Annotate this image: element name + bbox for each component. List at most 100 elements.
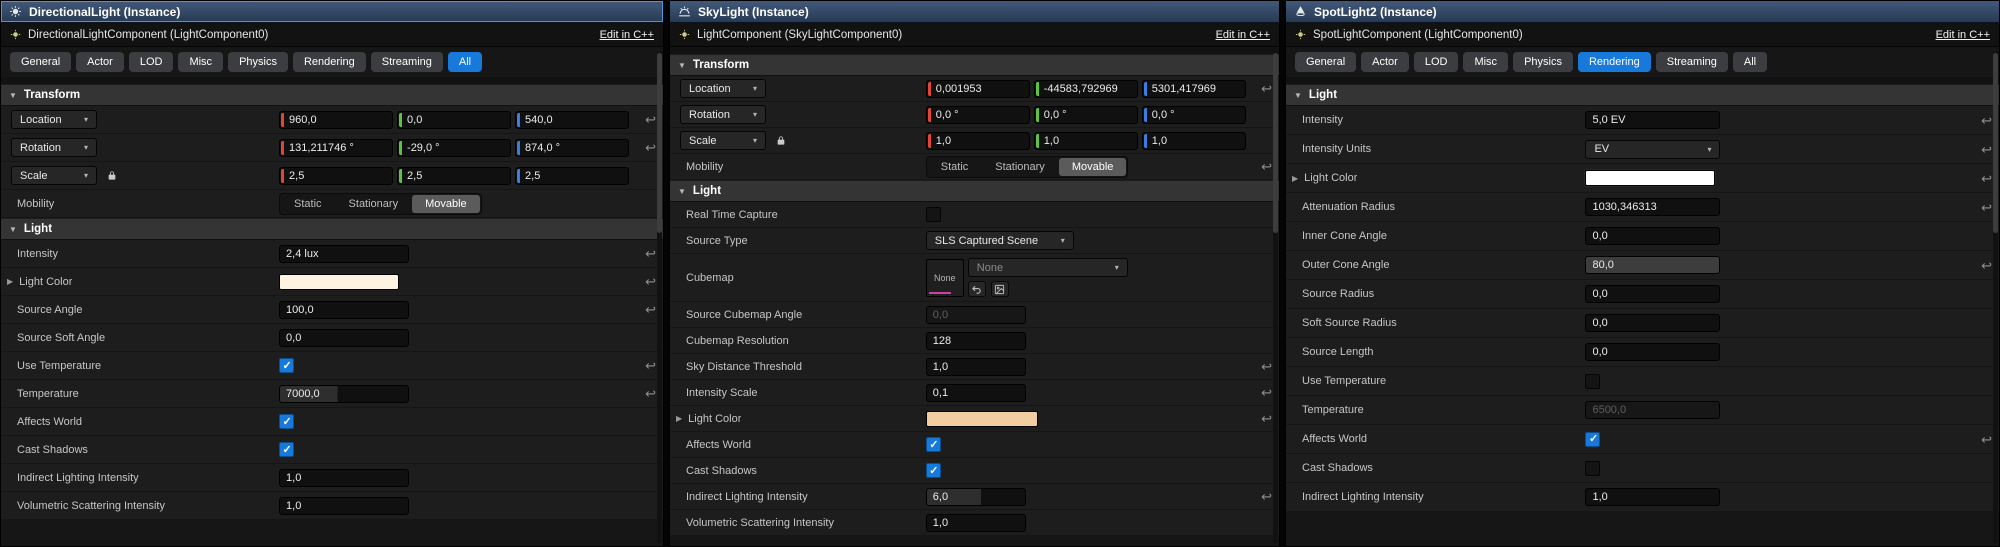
reset-to-default-icon[interactable]: ↩ [1981,201,1992,214]
cast-shadows-checkbox[interactable] [925,463,941,478]
rotation-x-input[interactable]: 131,211746 ° [279,138,394,157]
indirect-lighting-intensity-input[interactable]: 6,0 [925,487,1026,506]
tab-lod[interactable]: LOD [1413,52,1459,72]
location-x-input[interactable]: 960,0 [279,110,394,129]
tab-rendering[interactable]: Rendering [1577,52,1651,72]
cast-shadows-checkbox[interactable] [1585,460,1601,476]
affects-world-checkbox[interactable] [925,437,941,452]
reset-to-default-icon[interactable]: ↩ [645,113,656,126]
tab-general[interactable]: General [1295,52,1357,72]
inner-cone-angle-input[interactable]: 0,0 [1585,227,1721,245]
expand-arrow-icon[interactable]: ▶ [676,414,682,423]
reset-to-default-icon[interactable]: ↩ [645,275,656,288]
mobility-movable-button[interactable]: Movable [412,194,480,213]
volumetric-scattering-intensity-input[interactable]: 1,0 [925,513,1026,532]
tab-rendering[interactable]: Rendering [292,52,366,72]
component-row[interactable]: LightComponent (SkyLightComponent0) Edit… [670,23,1279,47]
scale-z-input[interactable]: 1,0 [1141,131,1246,150]
reset-to-default-icon[interactable]: ↩ [1981,143,1992,156]
tab-all[interactable]: All [1732,52,1768,72]
scrollbar-thumb[interactable] [1273,53,1278,233]
location-z-input[interactable]: 5301,417969 [1141,79,1246,98]
scale-space-dropdown[interactable]: Scale ▾ [11,166,97,185]
soft-source-radius-input[interactable]: 0,0 [1585,314,1721,332]
reset-to-default-icon[interactable]: ↩ [1261,360,1272,373]
cubemap-resolution-input[interactable]: 128 [925,331,1026,350]
component-row[interactable]: DirectionalLightComponent (LightComponen… [1,23,663,47]
reset-to-default-icon[interactable]: ↩ [645,387,656,400]
light-color-swatch[interactable] [925,410,1038,427]
indirect-lighting-intensity-input[interactable]: 1,0 [279,468,410,487]
real-time-capture-checkbox[interactable] [925,207,941,222]
cast-shadows-checkbox[interactable] [279,442,295,457]
section-light[interactable]: ▼ Light [1,218,663,240]
reset-to-default-icon[interactable]: ↩ [645,141,656,154]
reset-to-default-icon[interactable]: ↩ [645,247,656,260]
edit-in-cpp-link[interactable]: Edit in C++ [1216,29,1270,41]
tab-actor[interactable]: Actor [1361,52,1409,72]
scale-y-input[interactable]: 1,0 [1033,131,1138,150]
expand-arrow-icon[interactable]: ▶ [1292,174,1298,183]
tab-physics[interactable]: Physics [1513,52,1573,72]
temperature-input[interactable]: 7000,0 [279,384,410,403]
edit-in-cpp-link[interactable]: Edit in C++ [1936,29,1990,41]
affects-world-checkbox[interactable] [1585,431,1601,447]
reset-to-default-icon[interactable]: ↩ [1261,412,1272,425]
tab-physics[interactable]: Physics [228,52,288,72]
rotation-x-input[interactable]: 0,0 ° [925,105,1030,124]
scale-y-input[interactable]: 2,5 [397,166,512,185]
mobility-static-button[interactable]: Static [281,195,335,213]
section-light[interactable]: ▼ Light [1286,84,1999,106]
reset-to-default-icon[interactable]: ↩ [1981,114,1992,127]
tab-all[interactable]: All [447,52,483,72]
lock-icon[interactable] [103,167,121,185]
location-y-input[interactable]: 0,0 [397,110,512,129]
reset-to-default-icon[interactable]: ↩ [1261,386,1272,399]
tab-misc[interactable]: Misc [178,52,224,72]
outer-cone-angle-input[interactable]: 80,0 [1585,256,1721,274]
cubemap-asset-dropdown[interactable]: None ▾ [967,258,1128,277]
attenuation-radius-input[interactable]: 1030,346313 [1585,198,1721,216]
light-color-swatch[interactable] [279,273,400,290]
use-temperature-checkbox[interactable] [1585,373,1601,389]
reset-to-default-icon[interactable]: ↩ [1261,82,1272,95]
rotation-y-input[interactable]: 0,0 ° [1033,105,1138,124]
browse-to-asset-icon[interactable] [990,281,1009,297]
tab-general[interactable]: General [10,52,72,72]
component-row[interactable]: SpotLightComponent (LightComponent0) Edi… [1286,23,1999,47]
titlebar[interactable]: DirectionalLight (Instance) [1,1,663,23]
tab-misc[interactable]: Misc [1463,52,1509,72]
location-z-input[interactable]: 540,0 [515,110,630,129]
mobility-static-button[interactable]: Static [928,158,982,176]
reset-to-default-icon[interactable]: ↩ [1981,172,1992,185]
section-transform[interactable]: ▼ Transform [670,54,1279,76]
rotation-z-input[interactable]: 874,0 ° [515,138,630,157]
mobility-movable-button[interactable]: Movable [1058,157,1127,176]
section-transform[interactable]: ▼ Transform [1,84,663,106]
titlebar[interactable]: SkyLight (Instance) [670,1,1279,23]
use-temperature-checkbox[interactable] [279,358,295,373]
source-angle-input[interactable]: 100,0 [279,300,410,319]
tab-streaming[interactable]: Streaming [1655,52,1728,72]
location-x-input[interactable]: 0,001953 [925,79,1030,98]
rotation-y-input[interactable]: -29,0 ° [397,138,512,157]
rotation-space-dropdown[interactable]: Rotation ▾ [680,105,766,124]
intensity-input[interactable]: 5,0 EV [1585,111,1721,129]
indirect-lighting-intensity-input[interactable]: 1,0 [1585,488,1721,506]
titlebar[interactable]: SpotLight2 (Instance) [1286,1,1999,23]
light-color-swatch[interactable] [1585,170,1716,186]
tab-streaming[interactable]: Streaming [370,52,443,72]
rotation-z-input[interactable]: 0,0 ° [1141,105,1246,124]
reset-to-default-icon[interactable]: ↩ [645,303,656,316]
reset-to-default-icon[interactable]: ↩ [645,359,656,372]
reset-to-default-icon[interactable]: ↩ [1261,490,1272,503]
cubemap-thumbnail[interactable]: None [925,258,964,297]
scrollbar-thumb[interactable] [1993,53,1998,233]
intensity-scale-input[interactable]: 0,1 [925,383,1026,402]
tab-lod[interactable]: LOD [128,52,174,72]
source-length-input[interactable]: 0,0 [1585,343,1721,361]
location-space-dropdown[interactable]: Location ▾ [680,79,766,98]
location-space-dropdown[interactable]: Location ▾ [11,110,97,129]
source-soft-angle-input[interactable]: 0,0 [279,328,410,347]
sky-distance-threshold-input[interactable]: 1,0 [925,357,1026,376]
